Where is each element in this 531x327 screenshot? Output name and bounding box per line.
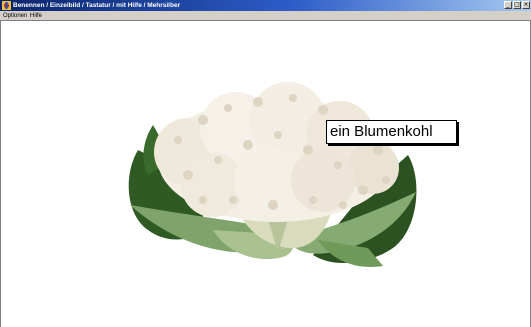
minimize-button[interactable]: _ [504,1,512,9]
menu-hilfe[interactable]: Hilfe [30,11,42,21]
word-label: ein Blumenkohl [326,120,457,144]
menu-bar: Optionen Hilfe [0,11,531,21]
menu-optionen[interactable]: Optionen [3,11,27,21]
app-icon [2,1,11,10]
window-controls: _ □ × [504,1,530,10]
maximize-button[interactable]: □ [513,1,521,9]
cauliflower-image[interactable] [118,80,428,280]
title-bar: Benennen / Einzelbild / Tastatur / mit H… [0,0,531,11]
window-title: Benennen / Einzelbild / Tastatur / mit H… [13,2,181,9]
close-button[interactable]: × [522,1,530,9]
